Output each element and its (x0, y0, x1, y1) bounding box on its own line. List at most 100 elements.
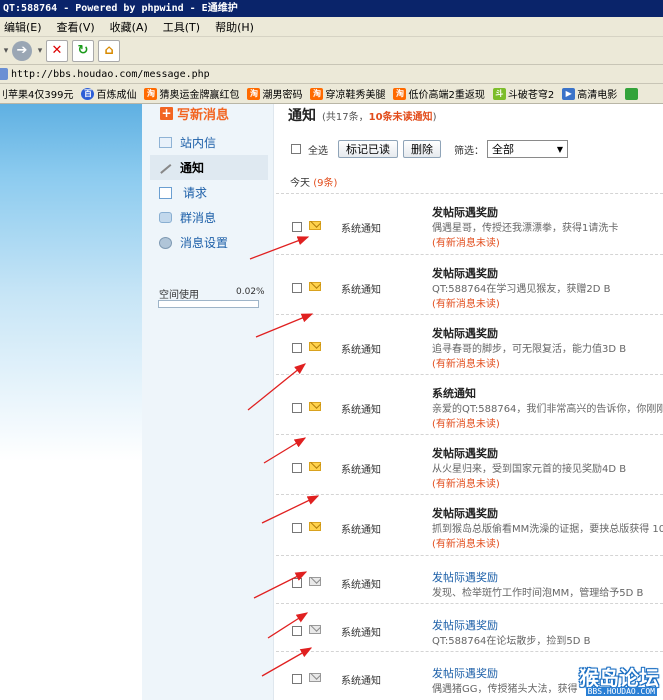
message-subject[interactable]: 发帖际遇奖励 (432, 617, 498, 633)
delete-button[interactable]: 删除 (403, 140, 441, 158)
select-all-label[interactable]: 全选 (308, 142, 328, 157)
forward-icon[interactable]: ➔ (12, 40, 32, 61)
message-checkbox[interactable] (292, 283, 302, 293)
message-checkbox[interactable] (292, 674, 302, 684)
menu-view[interactable]: 查看(V) (57, 19, 95, 35)
filter-label: 筛选： (454, 145, 484, 157)
envelope-icon (159, 137, 172, 148)
envelope-icon (309, 342, 321, 351)
envelope-icon (309, 221, 321, 230)
filter-select[interactable]: 全部 ▼ (487, 140, 568, 158)
message-subject[interactable]: 发帖际遇奖励 (432, 569, 498, 585)
favorite-item[interactable]: 斗斗破苍穹2 (492, 86, 554, 101)
message-checkbox[interactable] (292, 222, 302, 232)
unread-marker: (有新消息未读) (432, 419, 500, 430)
message-row[interactable]: 系统通知 发帖际遇奖励 追寻春哥的脚步，可无限复活，能力值3D B (有新消息未读) (276, 314, 663, 374)
message-checkbox[interactable] (292, 463, 302, 473)
menu-help[interactable]: 帮助(H) (215, 19, 254, 35)
taobao-icon: 淘 (247, 87, 261, 100)
page-background (0, 104, 142, 700)
message-category: 系统通知 (341, 628, 381, 639)
favorite-item[interactable]: 淘潮男密码 (247, 86, 302, 101)
message-row[interactable]: 系统通知 发帖际遇奖励 发现、检举斑竹工作时间泡MM，管理给予5D B (276, 555, 663, 603)
message-subject[interactable]: 发帖际遇奖励 (432, 204, 498, 220)
message-row[interactable]: 系统通知 发帖际遇奖励 从火星归来，受到国家元首的接见奖励4D B (有新消息未读) (276, 434, 663, 494)
sidebar-item-group-messages[interactable]: 群消息 (150, 205, 268, 230)
compose-button[interactable]: + 写新消息 (160, 105, 230, 123)
menu-favorites[interactable]: 收藏(A) (110, 19, 148, 35)
mark-read-button[interactable]: 标记已读 (338, 140, 398, 158)
page-title: 通知 (288, 108, 316, 124)
message-row[interactable]: 系统通知 发帖际遇奖励偶遇星哥，传授还我漂漂拳，获得1请洗卡 (有新消息未读) (276, 193, 663, 254)
message-preview: QT:588764在论坛散步，捡到5D B (432, 636, 591, 647)
favorite-label: 低价高端2重返现 (408, 90, 485, 101)
address-url[interactable]: http://bbs.houdao.com/message.php (11, 69, 210, 80)
message-category: 系统通知 (341, 676, 381, 687)
unread-marker: (有新消息未读) (432, 359, 500, 370)
sidebar-item-label: 通知 (180, 161, 205, 175)
sidebar-item-notifications[interactable]: 通知 (150, 155, 268, 180)
sidebar-item-label: 站内信 (180, 136, 217, 150)
message-subject[interactable]: 发帖际遇奖励 (432, 505, 498, 521)
sidebar-item-requests[interactable]: 请求 (150, 180, 268, 205)
message-sidebar: + 写新消息 站内信 通知 请求 群消息 消息设置 空间使用 0.02% (142, 104, 274, 700)
message-preview: 偶遇星哥，传授还我漂漂拳，获得1请洗卡 (432, 223, 619, 234)
message-row[interactable]: 系统通知 发帖际遇奖励 QT:588764在论坛散步，捡到5D B (276, 603, 663, 651)
address-bar[interactable]: http://bbs.houdao.com/message.php (0, 65, 663, 84)
stop-icon[interactable]: ✕ (46, 39, 68, 62)
favorite-item[interactable]: 淘穿凉鞋秀美腿 (310, 86, 385, 101)
message-row[interactable]: 系统通知 发帖际遇奖励 QT:588764在学习遇见猴友，获赠2D B (有新消息未读… (276, 254, 663, 314)
back-dropdown-icon[interactable]: ▾ (2, 40, 10, 62)
menu-edit[interactable]: 编辑(E) (4, 19, 42, 35)
home-icon[interactable]: ⌂ (98, 39, 120, 62)
unread-marker: (有新消息未读) (432, 238, 500, 249)
unread-marker: (有新消息未读) (432, 539, 500, 550)
message-preview: 从火星归来，受到国家元首的接见奖励4D B (432, 464, 627, 475)
select-all-checkbox[interactable] (291, 144, 301, 154)
favorite-item[interactable] (625, 87, 640, 100)
favorite-item[interactable]: 淘猜奥运金牌赢红包 (144, 86, 239, 101)
space-usage-bar (158, 300, 259, 308)
favorite-item[interactable]: 刂苹果4仅399元 (0, 86, 73, 101)
browser-toolbar: ▾ ➔ ▾ ✕ ↻ ⌂ (0, 37, 663, 65)
sidebar-item-label: 消息设置 (180, 236, 229, 250)
message-checkbox[interactable] (292, 403, 302, 413)
favorite-label: 高清电影 (577, 90, 618, 101)
message-category: 系统通知 (341, 405, 381, 416)
message-subject[interactable]: 发帖际遇奖励 (432, 445, 498, 461)
sidebar-item-settings[interactable]: 消息设置 (150, 230, 268, 255)
favorite-item[interactable]: 淘低价高端2重返现 (393, 86, 485, 101)
message-row[interactable]: 系统通知 系统通知 亲爱的QT:588764，我们非常高兴的告诉你，你刚刚 (有新消息… (276, 374, 663, 434)
refresh-icon[interactable]: ↻ (72, 39, 94, 62)
filter-value: 全部 (492, 143, 514, 156)
message-checkbox[interactable] (292, 626, 302, 636)
message-subject[interactable]: 发帖际遇奖励 (432, 265, 498, 281)
forward-dropdown-icon[interactable]: ▾ (36, 40, 44, 62)
favorite-item[interactable]: ▶ 高清电影 (562, 86, 617, 101)
sidebar-item-inbox[interactable]: 站内信 (150, 130, 268, 155)
favorite-label: 刂苹果4仅399元 (0, 90, 74, 101)
taobao-icon: 淘 (144, 87, 158, 100)
favorite-label: 潮男密码 (262, 90, 303, 101)
message-checkbox[interactable] (292, 343, 302, 353)
message-row[interactable]: 系统通知 发帖际遇奖励 抓到猴岛总版偷看MM洗澡的证据，要挟总版获得 10 (有新消息… (276, 494, 663, 555)
message-subject[interactable]: 发帖际遇奖励 (432, 665, 498, 681)
green-icon (625, 87, 639, 100)
compose-label: 写新消息 (177, 107, 230, 123)
envelope-icon (309, 462, 321, 471)
message-checkbox[interactable] (292, 578, 302, 588)
favorite-item[interactable]: 百百炼成仙 (81, 86, 136, 101)
envelope-icon (309, 522, 321, 531)
page-icon (0, 68, 8, 80)
message-category: 系统通知 (341, 285, 381, 296)
window-title: QT:588764 - Powered by phpwind - E通维护 (0, 0, 663, 17)
message-subject[interactable]: 系统通知 (432, 385, 476, 401)
unread-count[interactable]: 10条未读通知 (369, 108, 433, 123)
baidu-icon: 百 (81, 87, 95, 100)
menu-tools[interactable]: 工具(T) (163, 19, 200, 35)
message-category: 系统通知 (341, 224, 381, 235)
pencil-icon (159, 163, 172, 174)
message-subject[interactable]: 发帖际遇奖励 (432, 325, 498, 341)
today-count: (9条) (313, 178, 338, 189)
message-checkbox[interactable] (292, 523, 302, 533)
